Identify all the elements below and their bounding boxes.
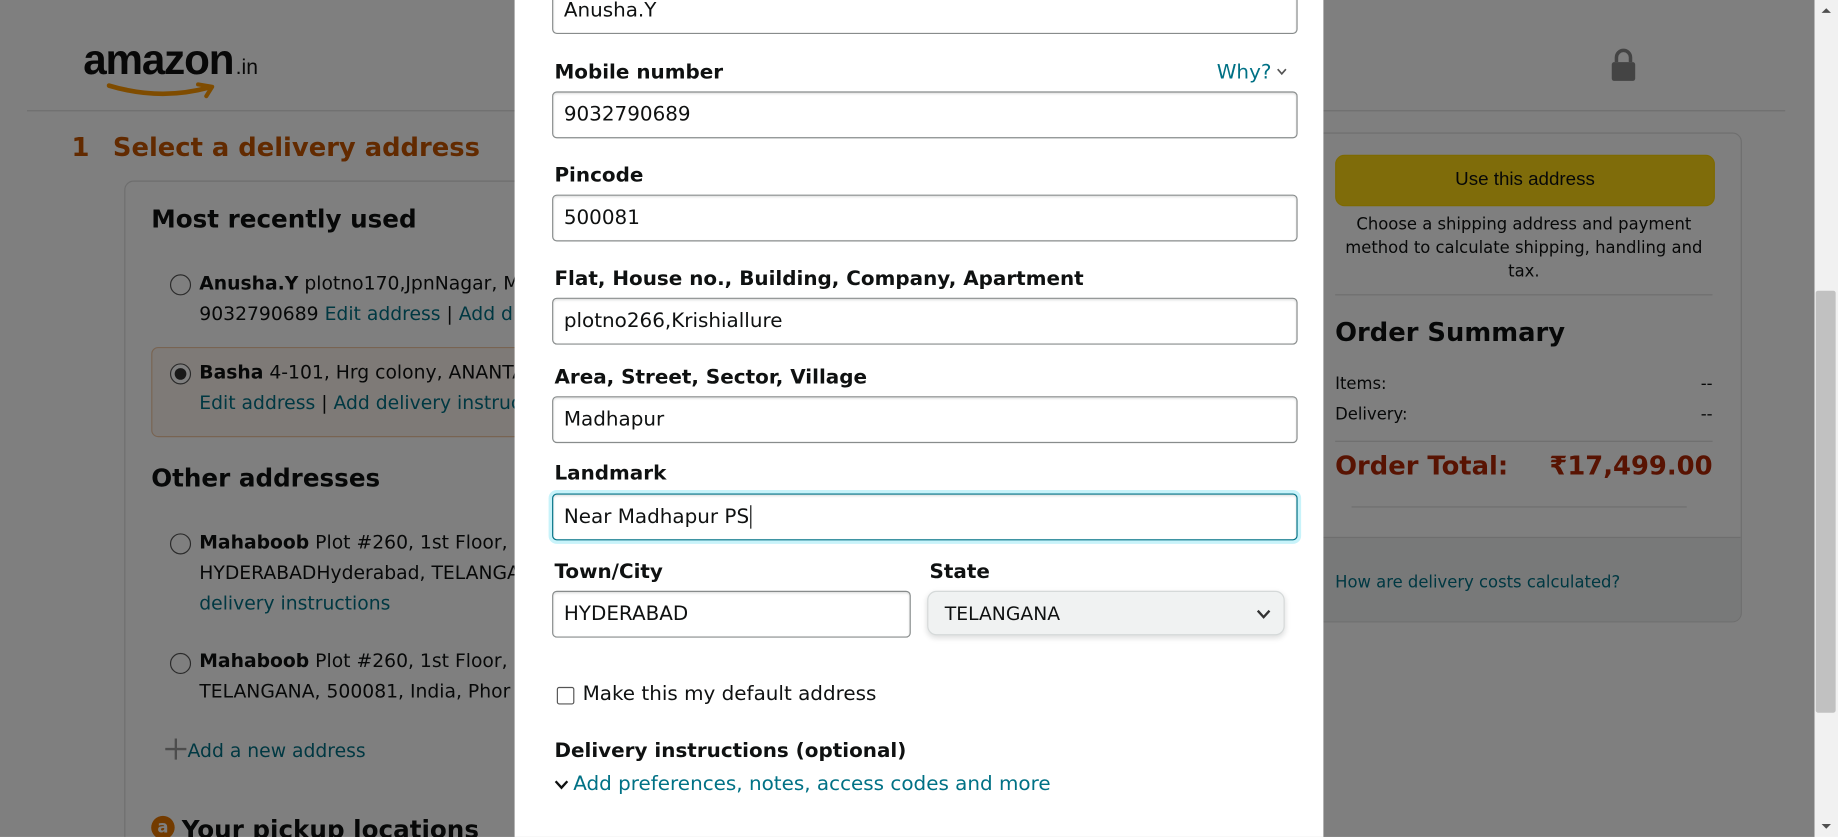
- default-address-checkbox[interactable]: [556, 686, 575, 705]
- area-label: Area, Street, Sector, Village: [554, 365, 868, 390]
- mobile-number-label: Mobile number: [554, 60, 724, 85]
- chevron-down-icon: [554, 779, 569, 789]
- scroll-down-icon[interactable]: [1820, 821, 1832, 833]
- flat-label: Flat, House no., Building, Company, Apar…: [554, 267, 1084, 291]
- flat-input[interactable]: plotno266,Krishiallure: [552, 297, 1298, 345]
- why-link[interactable]: Why?: [1217, 61, 1287, 84]
- city-input[interactable]: HYDERABAD: [552, 590, 911, 638]
- pincode-input[interactable]: 500081: [552, 194, 1298, 242]
- landmark-label: Landmark: [554, 461, 667, 486]
- full-name-input[interactable]: Anusha.Y: [552, 0, 1298, 34]
- default-address-label[interactable]: Make this my default address: [583, 682, 877, 705]
- city-label: Town/City: [554, 560, 663, 584]
- landmark-input[interactable]: Near Madhapur PS: [552, 493, 1298, 541]
- landmark-value: Near Madhapur PS: [563, 505, 750, 529]
- chevron-down-icon: [1256, 609, 1271, 619]
- state-value: TELANGANA: [944, 602, 1061, 625]
- scroll-up-icon[interactable]: [1820, 5, 1832, 17]
- why-label: Why?: [1216, 60, 1272, 85]
- chevron-down-icon: [1276, 68, 1287, 76]
- delivery-preferences-link[interactable]: Add preferences, notes, access codes and…: [554, 772, 1051, 796]
- state-select[interactable]: TELANGANA: [927, 590, 1285, 636]
- text-caret: [750, 505, 752, 529]
- pincode-label: Pincode: [554, 164, 644, 188]
- scrollbar-thumb[interactable]: [1815, 290, 1836, 713]
- add-address-modal: Anusha.Y Mobile number Why? 9032790689 P…: [514, 0, 1324, 837]
- mobile-number-input[interactable]: 9032790689: [552, 91, 1298, 139]
- delivery-instructions-title: Delivery instructions (optional): [554, 739, 907, 764]
- area-input[interactable]: Madhapur: [552, 396, 1298, 444]
- screen: amazon.in 1Select a delivery address Mos…: [0, 0, 1838, 837]
- state-label: State: [929, 560, 990, 584]
- delivery-preferences-label: Add preferences, notes, access codes and…: [573, 772, 1051, 796]
